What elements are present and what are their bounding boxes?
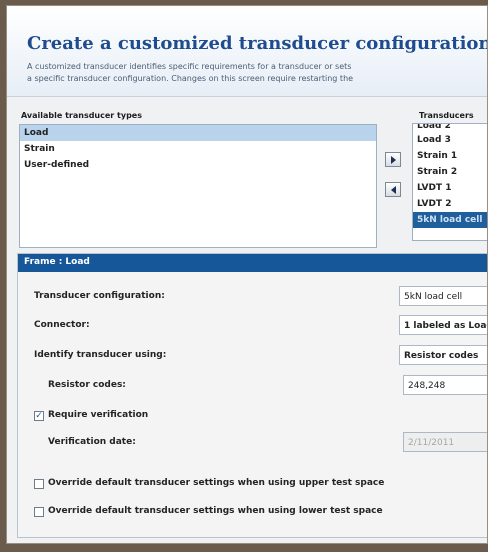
- connector-label: Connector:: [34, 320, 90, 330]
- require-verification-checkbox[interactable]: ✓: [34, 411, 44, 421]
- available-types-label: Available transducer types: [21, 111, 142, 120]
- transducer-item-lvdt-1[interactable]: LVDT 1: [413, 180, 487, 196]
- remove-transducer-button[interactable]: [385, 182, 401, 197]
- override-upper-checkbox[interactable]: [34, 479, 44, 489]
- description-line-2: a specific transducer configuration. Cha…: [27, 74, 354, 83]
- override-lower-label: Override default transducer settings whe…: [48, 506, 383, 516]
- transducer-item-5kn-load-cell[interactable]: 5kN load cell: [413, 212, 487, 228]
- frame-settings-panel: Frame : Load Transducer configuration: 5…: [17, 253, 487, 538]
- arrow-right-icon: [390, 155, 396, 164]
- require-verification-label: Require verification: [48, 410, 149, 420]
- panel-title: Frame : Load: [24, 257, 90, 267]
- resistor-codes-label: Resistor codes:: [48, 380, 126, 390]
- transducer-item-load-2[interactable]: Load 2: [413, 124, 487, 132]
- transducers-list[interactable]: Load 2 Load 3 Strain 1 Strain 2 LVDT 1 L…: [412, 123, 487, 241]
- transducer-item-load-3[interactable]: Load 3: [413, 132, 487, 148]
- dialog-window: Create a customized transducer configura…: [6, 5, 488, 544]
- transducer-item-strain-1[interactable]: Strain 1: [413, 148, 487, 164]
- description-line-1: A customized transducer identifies speci…: [27, 62, 352, 71]
- override-lower-checkbox[interactable]: [34, 507, 44, 517]
- identify-transducer-label: Identify transducer using:: [34, 350, 167, 360]
- override-upper-label: Override default transducer settings whe…: [48, 478, 385, 488]
- resistor-codes-field[interactable]: 248,248: [403, 375, 487, 395]
- verification-date-label: Verification date:: [48, 437, 136, 447]
- transducer-item-strain-2[interactable]: Strain 2: [413, 164, 487, 180]
- list-item-strain[interactable]: Strain: [20, 141, 376, 157]
- dialog-header: Create a customized transducer configura…: [7, 6, 488, 97]
- transducer-item-lvdt-2[interactable]: LVDT 2: [413, 196, 487, 212]
- panel-title-bar: Frame : Load: [18, 254, 487, 272]
- available-types-list[interactable]: Load Strain User-defined: [19, 124, 377, 248]
- connector-select[interactable]: 1 labeled as Load: [399, 315, 487, 335]
- page-description: A customized transducer identifies speci…: [27, 61, 487, 85]
- verification-date-field: 2/11/2011: [403, 432, 487, 452]
- transducers-label: Transducers: [419, 111, 474, 120]
- list-item-user-defined[interactable]: User-defined: [20, 157, 376, 173]
- identify-transducer-select[interactable]: Resistor codes: [399, 345, 487, 365]
- list-item-load[interactable]: Load: [20, 125, 376, 141]
- page-title: Create a customized transducer configura…: [27, 33, 488, 54]
- arrow-left-icon: [390, 185, 396, 194]
- transducer-configuration-field[interactable]: 5kN load cell: [399, 286, 487, 306]
- transducer-configuration-label: Transducer configuration:: [34, 291, 165, 301]
- add-transducer-button[interactable]: [385, 152, 401, 167]
